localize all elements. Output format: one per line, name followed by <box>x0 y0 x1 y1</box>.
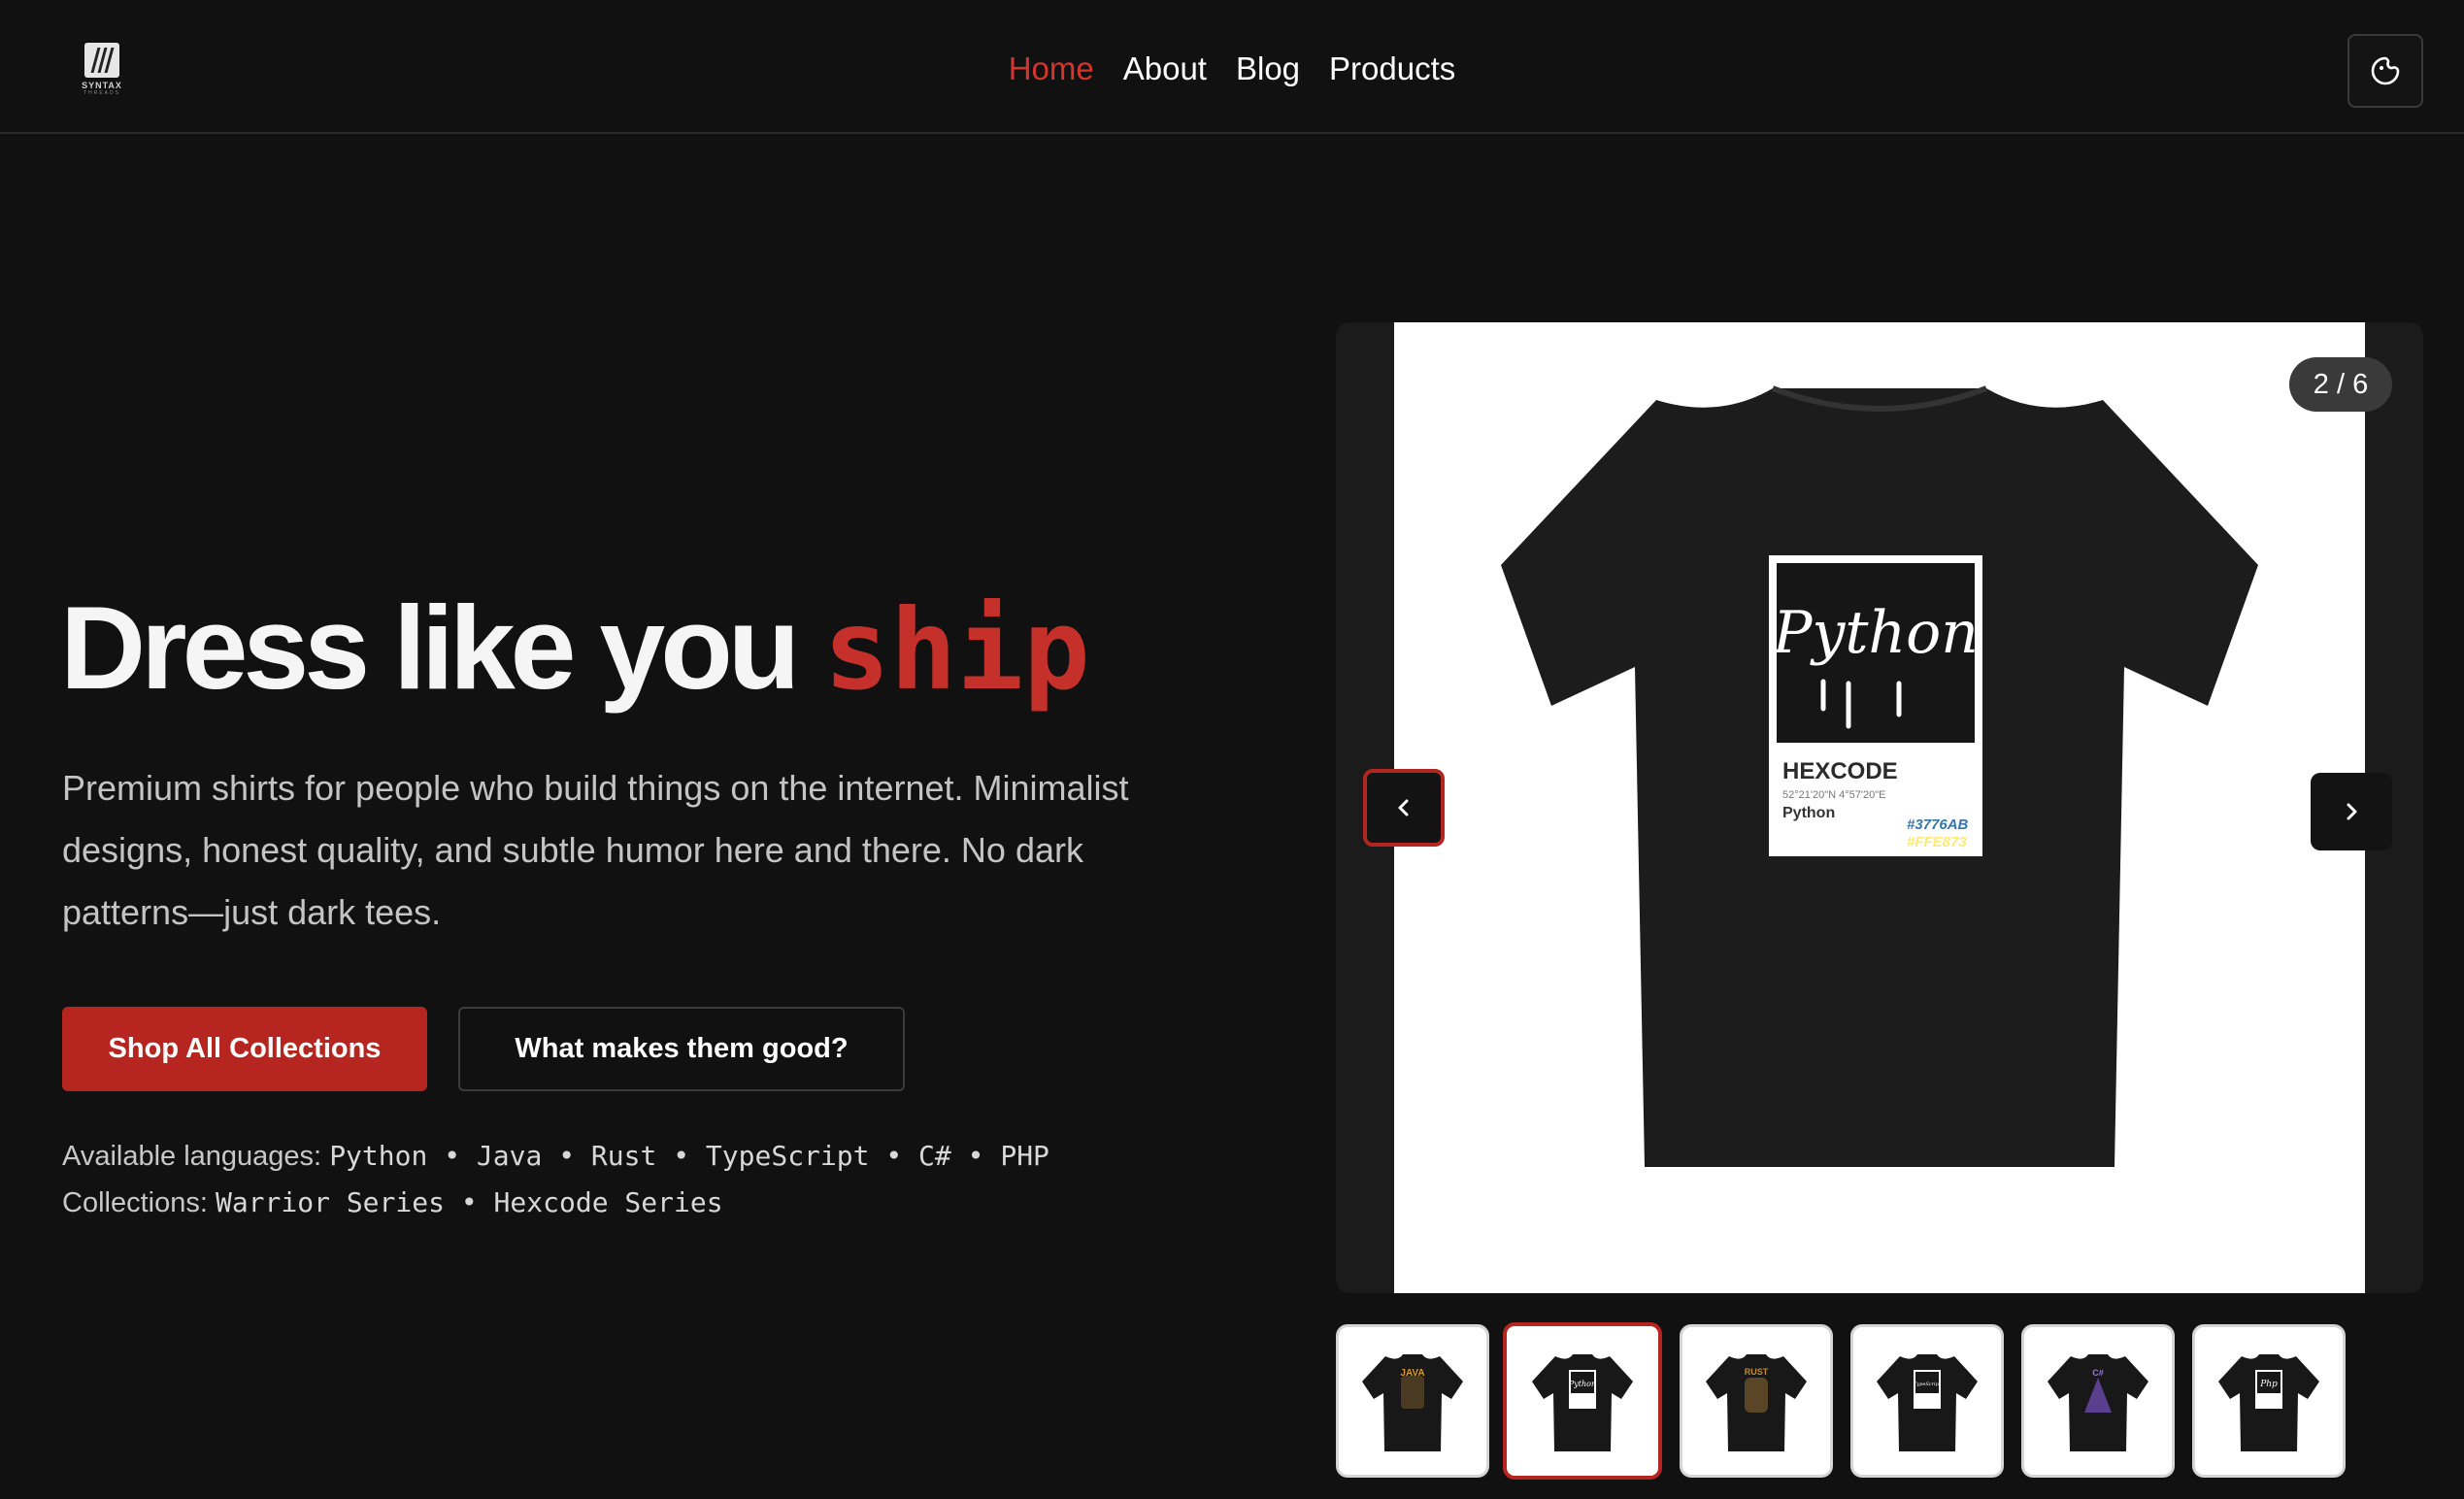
slide-counter: 2 / 6 <box>2289 357 2392 412</box>
collections-line: Collections: Warrior Series • Hexcode Se… <box>62 1186 723 1219</box>
thumbnail-rust[interactable]: RUST <box>1680 1324 1833 1478</box>
python-hexcode-tshirt: Python HEXCODE 52°21'20"N 4°57'20"E Pyth… <box>1501 385 2258 1167</box>
chevron-right-icon <box>2347 803 2357 820</box>
svg-text:TypeScript: TypeScript <box>1914 1382 1942 1387</box>
hero-title: Dress like you ship <box>60 583 1090 713</box>
nav-products[interactable]: Products <box>1329 50 1455 87</box>
tshirt-typescript-icon: TypeScript <box>1877 1354 1978 1451</box>
languages-label: Available languages: <box>62 1141 322 1172</box>
tshirt-rust-icon: RUST <box>1706 1354 1807 1451</box>
svg-text:Php: Php <box>2259 1380 2278 1389</box>
main-nav: Home About Blog Products <box>0 50 2464 87</box>
print-hex1: #3776AB <box>1907 816 1969 833</box>
thumbnail-python[interactable]: Python <box>1503 1322 1662 1480</box>
hero-description: Premium shirts for people who build thin… <box>62 768 1129 932</box>
svg-text:Python: Python <box>1568 1380 1596 1388</box>
svg-text:JAVA: JAVA <box>1400 1368 1424 1379</box>
svg-text:C#: C# <box>2092 1368 2104 1378</box>
brand-sub: THREADS <box>83 90 120 96</box>
site-header: SYNTAX THREADS Home About Blog Products <box>0 0 2464 134</box>
thumbnail-csharp[interactable]: C# <box>2021 1324 2175 1478</box>
collections-label: Collections: <box>62 1187 208 1218</box>
nav-about[interactable]: About <box>1123 50 1207 87</box>
tshirt-csharp-icon: C# <box>2048 1354 2148 1451</box>
theme-toggle-button[interactable] <box>2347 34 2423 108</box>
nav-blog[interactable]: Blog <box>1236 50 1300 87</box>
theme-palette-icon <box>2371 56 2400 85</box>
tshirt-python-icon: Python <box>1532 1354 1633 1451</box>
svg-text:RUST: RUST <box>1745 1367 1769 1377</box>
nav-home[interactable]: Home <box>1009 50 1094 87</box>
thumbnail-java[interactable]: JAVA <box>1336 1324 1489 1478</box>
carousel-next-button[interactable] <box>2311 773 2392 850</box>
chevron-left-icon <box>1398 799 1409 816</box>
tshirt-php-icon: Php <box>2218 1354 2319 1451</box>
languages-line: Available languages: Python • Java • Rus… <box>62 1140 1049 1173</box>
hero-title-accent: ship <box>823 585 1090 715</box>
languages-list: Python • Java • Rust • TypeScript • C# •… <box>329 1140 1049 1172</box>
print-label: HEXCODE <box>1782 758 1898 784</box>
tshirt-java-icon: JAVA <box>1362 1354 1463 1451</box>
collections-list: Warrior Series • Hexcode Series <box>215 1186 723 1218</box>
hero-title-main: Dress like you <box>60 582 824 714</box>
print-hex2: #FFE873 <box>1907 834 1967 850</box>
carousel-slide-image: Python HEXCODE 52°21'20"N 4°57'20"E Pyth… <box>1394 322 2365 1293</box>
shop-all-button[interactable]: Shop All Collections <box>62 1007 427 1091</box>
product-carousel: Python HEXCODE 52°21'20"N 4°57'20"E Pyth… <box>1336 322 2423 1293</box>
what-makes-good-button[interactable]: What makes them good? <box>458 1007 905 1091</box>
print-title: Python <box>1772 599 1979 667</box>
thumbnail-typescript[interactable]: TypeScript <box>1850 1324 2004 1478</box>
print-coords: 52°21'20"N 4°57'20"E <box>1782 789 1885 801</box>
carousel-prev-button[interactable] <box>1363 769 1445 847</box>
print-lang: Python <box>1782 805 1835 821</box>
thumbnail-php[interactable]: Php <box>2192 1324 2346 1478</box>
